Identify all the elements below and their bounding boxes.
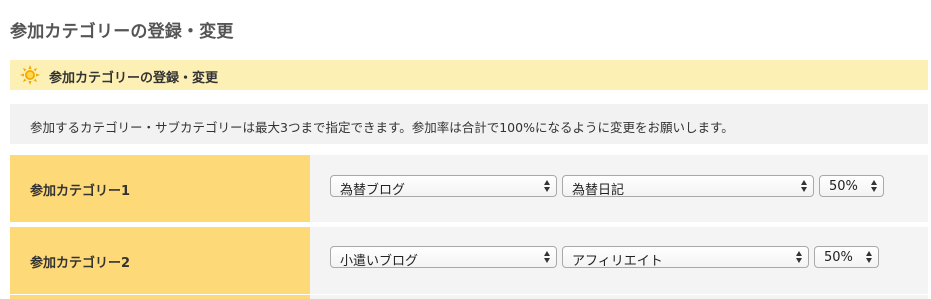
row-header: 参加カテゴリー1: [10, 155, 310, 222]
category-row-2: 参加カテゴリー2 小遣いブログ アフィリエイト 50%: [10, 227, 928, 294]
category-row-3-partial: [10, 295, 928, 299]
select-arrows-icon: [871, 180, 877, 192]
subcategory-select-2[interactable]: アフィリエイト: [562, 246, 809, 269]
section-title: 参加カテゴリーの登録・変更: [49, 71, 219, 86]
subcategory-select-value: 為替日記: [572, 183, 625, 198]
rate-select-1[interactable]: 50%: [819, 175, 884, 197]
rate-select-value: 50%: [824, 250, 853, 265]
rate-select-value: 50%: [829, 179, 858, 194]
subcategory-select-1[interactable]: 為替日記: [562, 175, 814, 198]
page-title: 参加カテゴリーの登録・変更: [10, 22, 234, 42]
select-arrows-icon: [796, 251, 802, 263]
select-arrows-icon: [544, 180, 550, 192]
category-select-value: 小遣いブログ: [340, 254, 419, 269]
row-header: [10, 295, 310, 299]
sun-icon: [20, 65, 40, 85]
subcategory-select-value: アフィリエイト: [572, 254, 663, 269]
section-header: 参加カテゴリーの登録・変更: [10, 60, 928, 90]
select-arrows-icon: [801, 180, 807, 192]
info-text: 参加するカテゴリー・サブカテゴリーは最大3つまで指定できます。参加率は合計で10…: [30, 120, 734, 135]
category-select-value: 為替ブログ: [340, 183, 406, 198]
row-body: [310, 295, 928, 299]
row-body: 為替ブログ 為替日記 50%: [310, 155, 928, 222]
select-arrows-icon: [544, 251, 550, 263]
rate-select-2[interactable]: 50%: [814, 246, 879, 268]
info-box: 参加するカテゴリー・サブカテゴリーは最大3つまで指定できます。参加率は合計で10…: [10, 104, 928, 144]
category-select-2[interactable]: 小遣いブログ: [330, 246, 557, 269]
row-header: 参加カテゴリー2: [10, 227, 310, 294]
category-row-1: 参加カテゴリー1 為替ブログ 為替日記 50%: [10, 155, 928, 222]
select-arrows-icon: [866, 251, 872, 263]
row-label: 参加カテゴリー1: [30, 184, 131, 199]
row-label: 参加カテゴリー2: [30, 256, 131, 271]
category-select-1[interactable]: 為替ブログ: [330, 175, 557, 198]
row-body: 小遣いブログ アフィリエイト 50%: [310, 227, 928, 294]
